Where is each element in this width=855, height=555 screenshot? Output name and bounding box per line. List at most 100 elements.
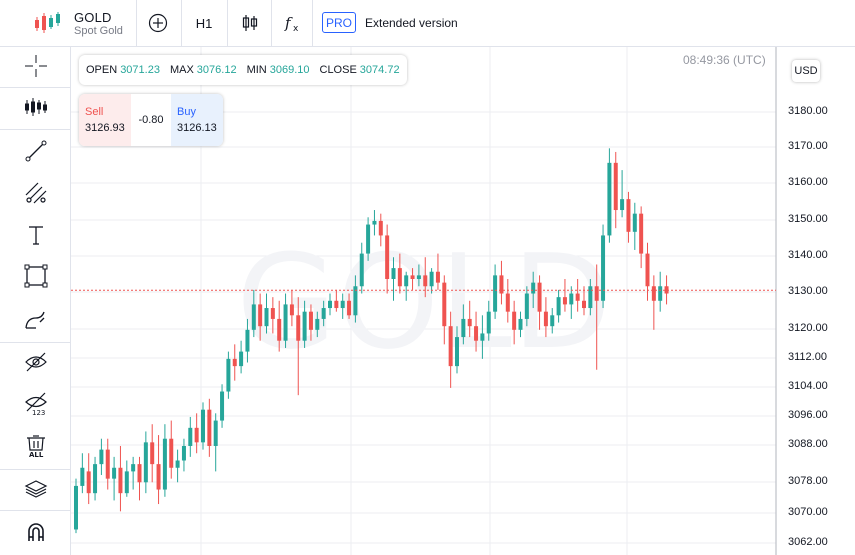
candle-body <box>658 286 663 301</box>
candle-body <box>137 464 142 483</box>
candle-body <box>124 471 129 494</box>
candle <box>226 351 231 399</box>
candle-body <box>550 315 555 327</box>
trade-panel: Sell 3126.93 -0.80 Buy 3126.13 <box>79 94 223 146</box>
candle-body <box>486 311 491 334</box>
candle <box>620 170 625 218</box>
candle-body <box>105 449 110 479</box>
symbol-title[interactable]: GOLD <box>74 10 112 25</box>
candle-body <box>499 275 504 294</box>
open-label: OPEN <box>86 64 118 76</box>
price-tick-label: 3062.00 <box>788 536 828 548</box>
candle-body <box>467 318 472 327</box>
compare-symbol-button[interactable] <box>146 8 170 38</box>
candle-body <box>562 297 567 305</box>
candle-body <box>537 282 542 312</box>
candle-body <box>156 464 161 490</box>
divider <box>227 0 228 46</box>
candle-body <box>518 318 523 330</box>
rectangle-tool[interactable] <box>24 264 48 288</box>
text-tool[interactable] <box>24 223 48 247</box>
candle <box>213 413 218 472</box>
candle-body <box>283 304 288 341</box>
candle <box>601 224 606 309</box>
candle-body <box>328 300 332 309</box>
min-value: 3069.10 <box>269 64 310 76</box>
candle-body <box>423 275 428 287</box>
utc-clock: 08:49:36 (UTC) <box>683 53 766 67</box>
candle-body <box>601 235 606 301</box>
candle-body <box>302 311 307 341</box>
chart-type-button[interactable] <box>238 8 262 38</box>
sell-button[interactable]: Sell 3126.93 <box>79 94 131 146</box>
candle-body <box>74 485 78 530</box>
candle-body <box>296 315 301 341</box>
candle <box>194 413 199 454</box>
candle-body <box>175 460 180 468</box>
hide-drawings-icon <box>25 352 47 372</box>
candle-body <box>258 304 263 327</box>
fib-channel-tool[interactable] <box>24 181 48 205</box>
candle-body <box>575 293 580 301</box>
drawing-toolbar: 123 ALL <box>0 47 71 555</box>
price-tick-label: 3078.00 <box>788 475 828 487</box>
spread-value: -0.80 <box>138 114 164 126</box>
divider <box>0 469 70 470</box>
buy-button[interactable]: Buy 3126.13 <box>171 94 223 146</box>
candle <box>651 275 656 330</box>
candle-body <box>93 464 98 494</box>
indicators-tool[interactable] <box>24 95 48 119</box>
candle-body <box>220 391 225 421</box>
cursor-crosshair-icon <box>25 55 47 77</box>
trend-line-tool[interactable] <box>24 139 48 163</box>
crosshair-tool[interactable] <box>24 54 48 78</box>
divider <box>312 0 313 46</box>
brush-tool[interactable] <box>24 308 48 332</box>
candle-body <box>613 162 618 211</box>
candle <box>112 456 117 501</box>
candle-body <box>213 420 218 446</box>
candle <box>99 438 104 476</box>
candle-body <box>391 268 396 279</box>
max-value: 3076.12 <box>196 64 237 76</box>
candle-body <box>651 286 656 301</box>
timeframe-button[interactable]: H1 <box>190 8 218 38</box>
magnet-tool[interactable] <box>24 519 48 543</box>
candle-body <box>512 311 517 330</box>
hide-drawings-tool[interactable] <box>24 350 48 374</box>
candle-body <box>455 337 459 367</box>
candle-body <box>321 308 326 319</box>
ohlc-legend: OPEN 3071.23 MAX 3076.12 MIN 3069.10 CLOSE 3… <box>79 55 407 85</box>
extended-version-link[interactable]: Extended version <box>365 16 458 30</box>
indicators-button[interactable]: fx <box>280 8 304 38</box>
candle <box>150 424 155 483</box>
candle-body <box>239 351 244 367</box>
currency-button[interactable]: USD <box>792 60 820 82</box>
price-tick-label: 3112.00 <box>788 351 827 363</box>
candle <box>124 460 129 497</box>
candle-body <box>270 308 275 319</box>
candle-body <box>181 445 186 461</box>
symbol-subtitle: Spot Gold <box>74 25 123 37</box>
pro-badge[interactable]: PRO <box>322 12 356 33</box>
symbol-watermark: GOLD <box>236 226 612 378</box>
candle-body <box>112 467 117 479</box>
candle-body <box>162 438 167 490</box>
candle-body <box>201 409 205 443</box>
candle-body <box>118 467 123 494</box>
candle-body <box>277 318 282 341</box>
candle-body <box>569 293 574 305</box>
layers-tool[interactable] <box>24 476 48 500</box>
svg-text:ALL: ALL <box>29 451 44 458</box>
candle-body <box>594 286 599 301</box>
buy-label: Buy <box>177 106 196 118</box>
hide-values-tool[interactable]: 123 <box>24 392 48 416</box>
indicators-icon <box>25 98 47 116</box>
divider <box>181 0 182 46</box>
candle-body <box>372 220 377 225</box>
min-label: MIN <box>246 64 267 76</box>
divider <box>271 0 272 46</box>
candle-body <box>645 253 650 287</box>
top-toolbar: GOLD Spot Gold H1 fx PRO Extended versio… <box>0 0 855 47</box>
delete-all-tool[interactable]: ALL <box>24 434 48 458</box>
